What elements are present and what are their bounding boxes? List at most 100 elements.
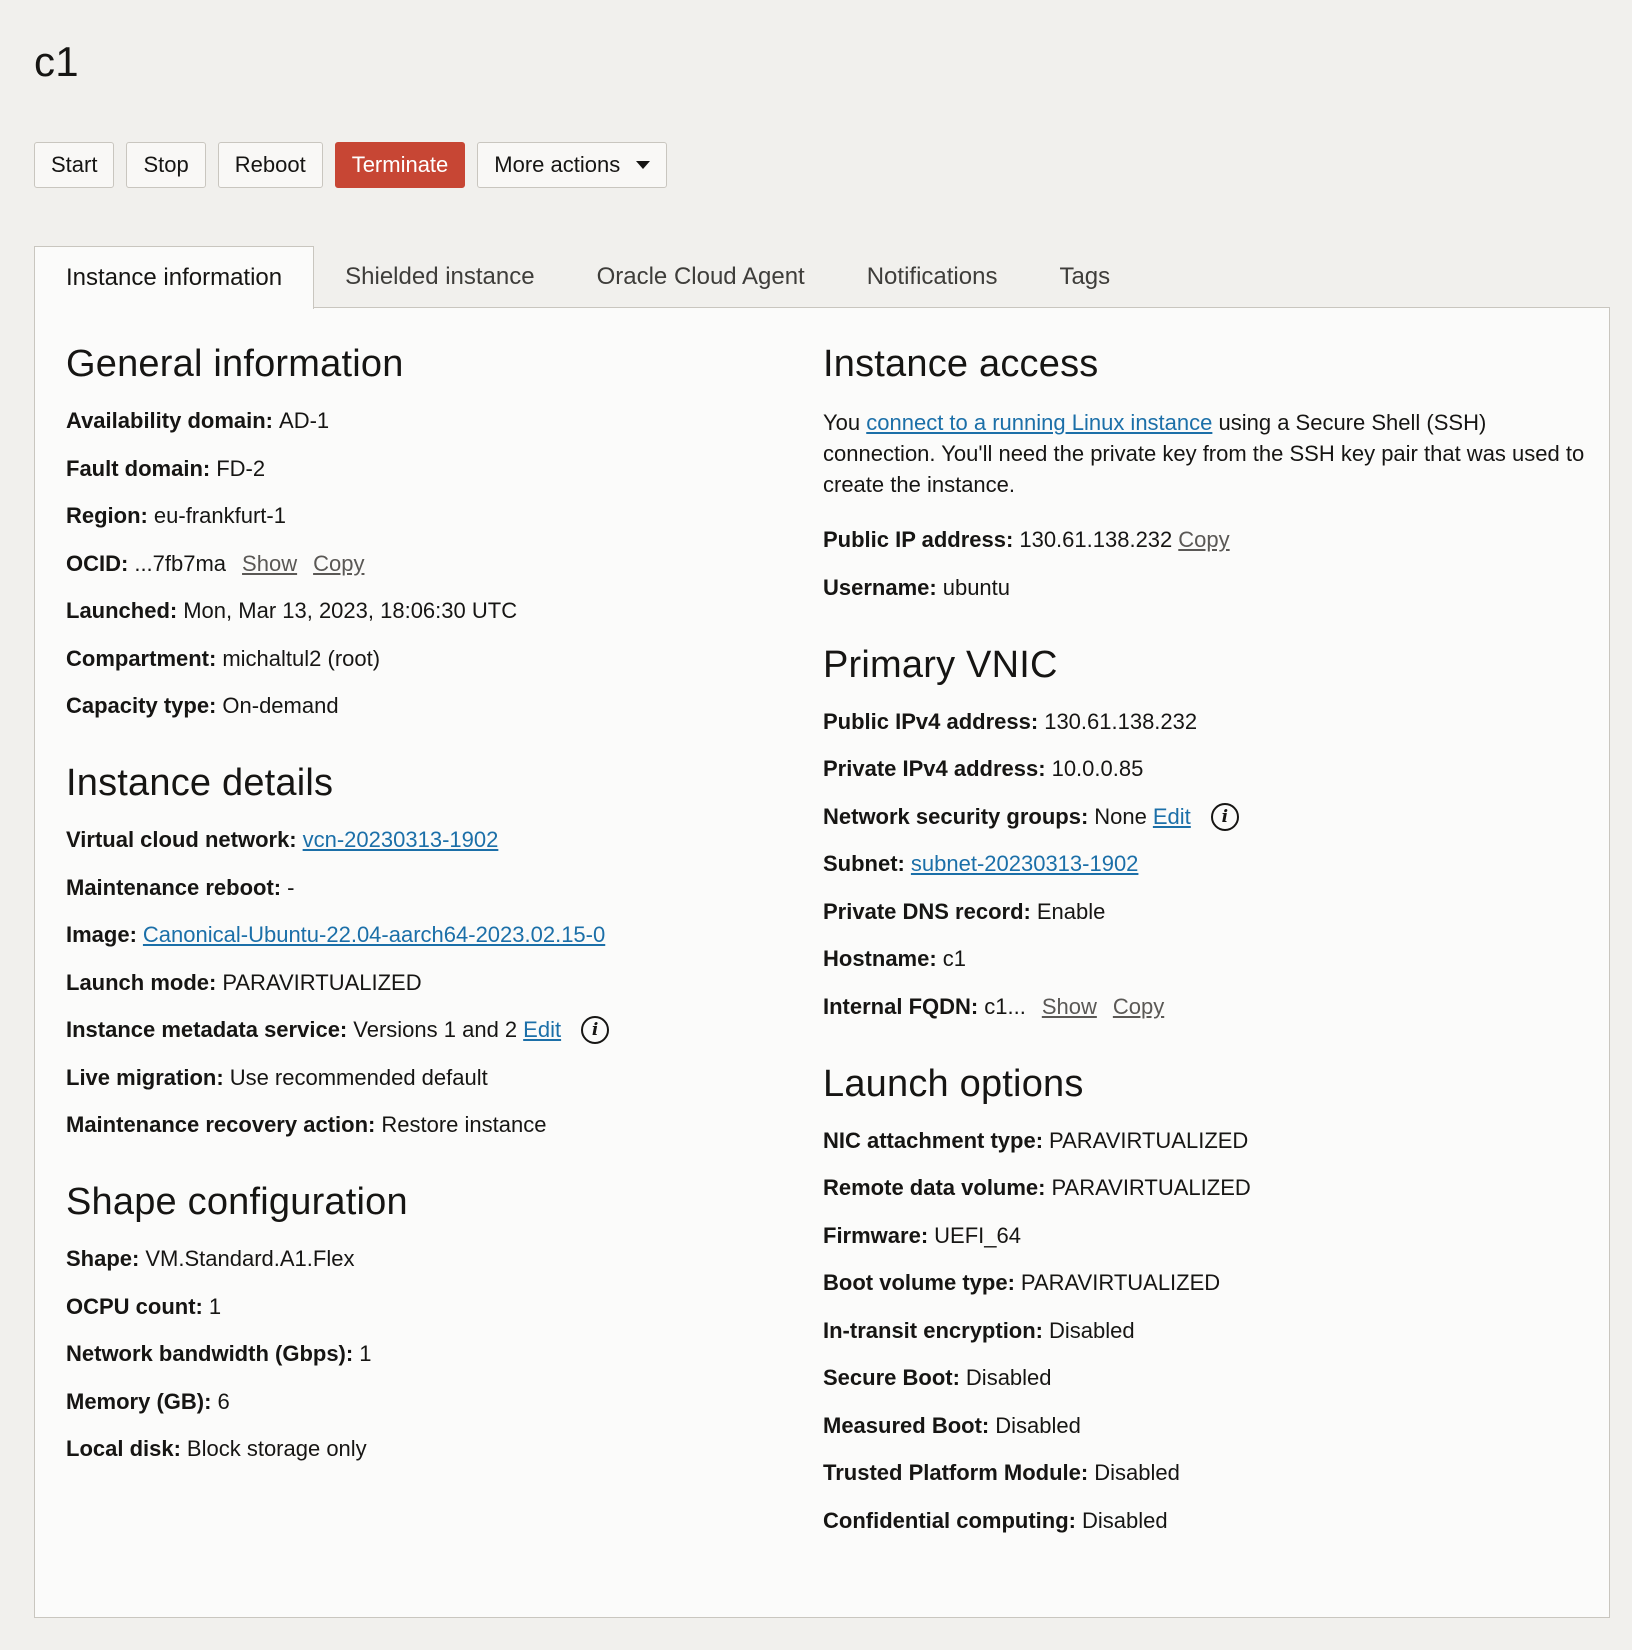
field-value: Disabled — [995, 1412, 1081, 1438]
section-heading: Primary VNIC — [823, 643, 1058, 686]
reboot-button[interactable]: Reboot — [217, 142, 323, 188]
field-value: Mon, Mar 13, 2023, 18:06:30 UTC — [183, 598, 518, 623]
field-label: Public IPv4 address: — [823, 708, 1039, 734]
field-value: FD-2 — [216, 455, 266, 481]
tab-oracle-cloud-agent[interactable]: Oracle Cloud Agent — [566, 246, 836, 308]
image-link[interactable]: Canonical-Ubuntu-22.04-aarch64-2023.02.1… — [143, 921, 605, 949]
boot-volume-row: Boot volume type: PARAVIRTUALIZED — [823, 1269, 1593, 1297]
instance-details-page: c1 Start Stop Reboot Terminate More acti… — [0, 0, 1632, 1650]
section-heading: Instance details — [66, 762, 334, 804]
subnet-link[interactable]: subnet-20230313-1902 — [911, 850, 1139, 878]
fqdn-row: Internal FQDN: c1... Show Copy — [823, 993, 1593, 1021]
field-label: Availability domain: — [66, 408, 274, 433]
shape-row: Shape: VM.Standard.A1.Flex — [66, 1245, 766, 1273]
field-value: AD-1 — [279, 408, 330, 433]
page-title: c1 — [34, 38, 79, 85]
subnet-row: Subnet: subnet-20230313-1902 — [823, 850, 1593, 878]
tab-panel: General information Availability domain:… — [34, 307, 1610, 1618]
field-value: Block storage only — [186, 1436, 367, 1461]
fqdn-show-link[interactable]: Show — [1042, 993, 1097, 1021]
public-ip-row: Public IP address: 130.61.138.232 Copy — [823, 526, 1593, 554]
firmware-row: Firmware: UEFI_64 — [823, 1222, 1593, 1250]
field-label: Firmware: — [823, 1222, 929, 1248]
availability-domain-row: Availability domain: AD-1 — [66, 407, 766, 435]
fqdn-copy-link[interactable]: Copy — [1113, 993, 1164, 1021]
general-information-section: General information Availability domain:… — [66, 340, 766, 720]
maintenance-recovery-row: Maintenance recovery action: Restore inst… — [66, 1111, 766, 1139]
more-actions-label: More actions — [494, 152, 621, 177]
metadata-edit-link[interactable]: Edit — [523, 1016, 561, 1044]
tab-notifications[interactable]: Notifications — [836, 246, 1029, 308]
field-value: 130.61.138.232 — [1044, 708, 1198, 734]
field-label: Image: — [66, 922, 137, 947]
terminate-button[interactable]: Terminate — [334, 142, 466, 188]
field-label: Private DNS record: — [823, 898, 1031, 924]
field-value: Disabled — [1049, 1317, 1135, 1343]
field-value: Versions 1 and 2 — [353, 1017, 518, 1042]
metadata-service-row: Instance metadata service: Versions 1 and… — [66, 1016, 766, 1044]
public-ip-copy-link[interactable]: Copy — [1178, 526, 1229, 554]
remote-volume-row: Remote data volume: PARAVIRTUALIZED — [823, 1174, 1593, 1202]
field-value: 10.0.0.85 — [1051, 756, 1144, 781]
field-label: Subnet: — [823, 851, 905, 876]
nsg-row: Network security groups: None Edit i — [823, 802, 1593, 831]
field-label: Compartment: — [66, 645, 217, 671]
field-label: OCID: — [66, 550, 129, 576]
local-disk-row: Local disk: Block storage only — [66, 1435, 766, 1463]
field-value: 6 — [217, 1388, 230, 1414]
field-label: Public IP address: — [823, 527, 1014, 552]
ocpu-row: OCPU count: 1 — [66, 1293, 766, 1321]
info-icon[interactable]: i — [1210, 802, 1239, 831]
confidential-computing-row: Confidential computing: Disabled — [823, 1507, 1593, 1535]
primary-vnic-section: Primary VNIC Public IPv4 address: 130.61.… — [823, 641, 1593, 1021]
live-migration-row: Live migration: Use recommended default — [66, 1064, 766, 1092]
launch-mode-row: Launch mode: PARAVIRTUALIZED — [66, 969, 766, 997]
field-label: Memory (GB): — [66, 1388, 212, 1414]
tpm-row: Trusted Platform Module: Disabled — [823, 1459, 1593, 1487]
field-value: PARAVIRTUALIZED — [222, 969, 422, 995]
access-text-before: You — [823, 410, 867, 435]
ocid-copy-link[interactable]: Copy — [313, 550, 364, 578]
hostname-row: Hostname: c1 — [823, 945, 1593, 973]
tab-tags[interactable]: Tags — [1028, 246, 1141, 308]
start-button[interactable]: Start — [34, 142, 115, 188]
stop-button[interactable]: Stop — [126, 142, 206, 188]
nsg-edit-link[interactable]: Edit — [1153, 803, 1191, 831]
field-label: Virtual cloud network: — [66, 827, 297, 852]
instance-details-section: Instance details Virtual cloud network: v… — [66, 759, 766, 1139]
capacity-type-row: Capacity type: On-demand — [66, 692, 766, 720]
field-label: Capacity type: — [66, 693, 217, 718]
more-actions-button[interactable]: More actions — [477, 142, 668, 188]
image-row: Image: Canonical-Ubuntu-22.04-aarch64-202… — [66, 921, 766, 949]
tab-instance-information[interactable]: Instance information — [34, 246, 315, 309]
field-label: Local disk: — [66, 1436, 181, 1461]
field-value: - — [287, 874, 295, 900]
private-ipv4-row: Private IPv4 address: 10.0.0.85 — [823, 755, 1593, 783]
tab-bar: Instance information Shielded instance O… — [34, 246, 1141, 309]
field-label: NIC attachment type: — [823, 1127, 1044, 1153]
memory-row: Memory (GB): 6 — [66, 1388, 766, 1416]
field-value: None — [1094, 803, 1147, 829]
nic-attachment-row: NIC attachment type: PARAVIRTUALIZED — [823, 1127, 1593, 1155]
field-value: 1 — [359, 1341, 372, 1366]
field-value: Enable — [1036, 898, 1106, 924]
tab-shielded-instance[interactable]: Shielded instance — [314, 246, 565, 308]
ocid-row: OCID: ...7fb7ma Show Copy — [66, 550, 766, 578]
field-label: Remote data volume: — [823, 1175, 1046, 1200]
field-value: Use recommended default — [229, 1064, 488, 1090]
field-value: VM.Standard.A1.Flex — [145, 1246, 355, 1271]
left-column: General information Availability domain:… — [66, 340, 766, 1502]
vcn-link[interactable]: vcn-20230313-1902 — [303, 826, 499, 854]
info-icon[interactable]: i — [581, 1016, 610, 1044]
field-label: Boot volume type: — [823, 1270, 1015, 1295]
secure-boot-row: Secure Boot: Disabled — [823, 1364, 1593, 1392]
access-description: You connect to a running Linux instance … — [823, 407, 1593, 500]
field-value: On-demand — [222, 693, 339, 718]
field-label: Fault domain: — [66, 455, 211, 481]
launch-options-section: Launch options NIC attachment type: PARAV… — [823, 1060, 1593, 1535]
transit-encryption-row: In-transit encryption: Disabled — [823, 1317, 1593, 1345]
field-value: Disabled — [965, 1365, 1052, 1390]
field-label: Maintenance recovery action: — [66, 1112, 376, 1137]
connect-instance-link[interactable]: connect to a running Linux instance — [866, 410, 1212, 435]
ocid-show-link[interactable]: Show — [242, 550, 297, 578]
